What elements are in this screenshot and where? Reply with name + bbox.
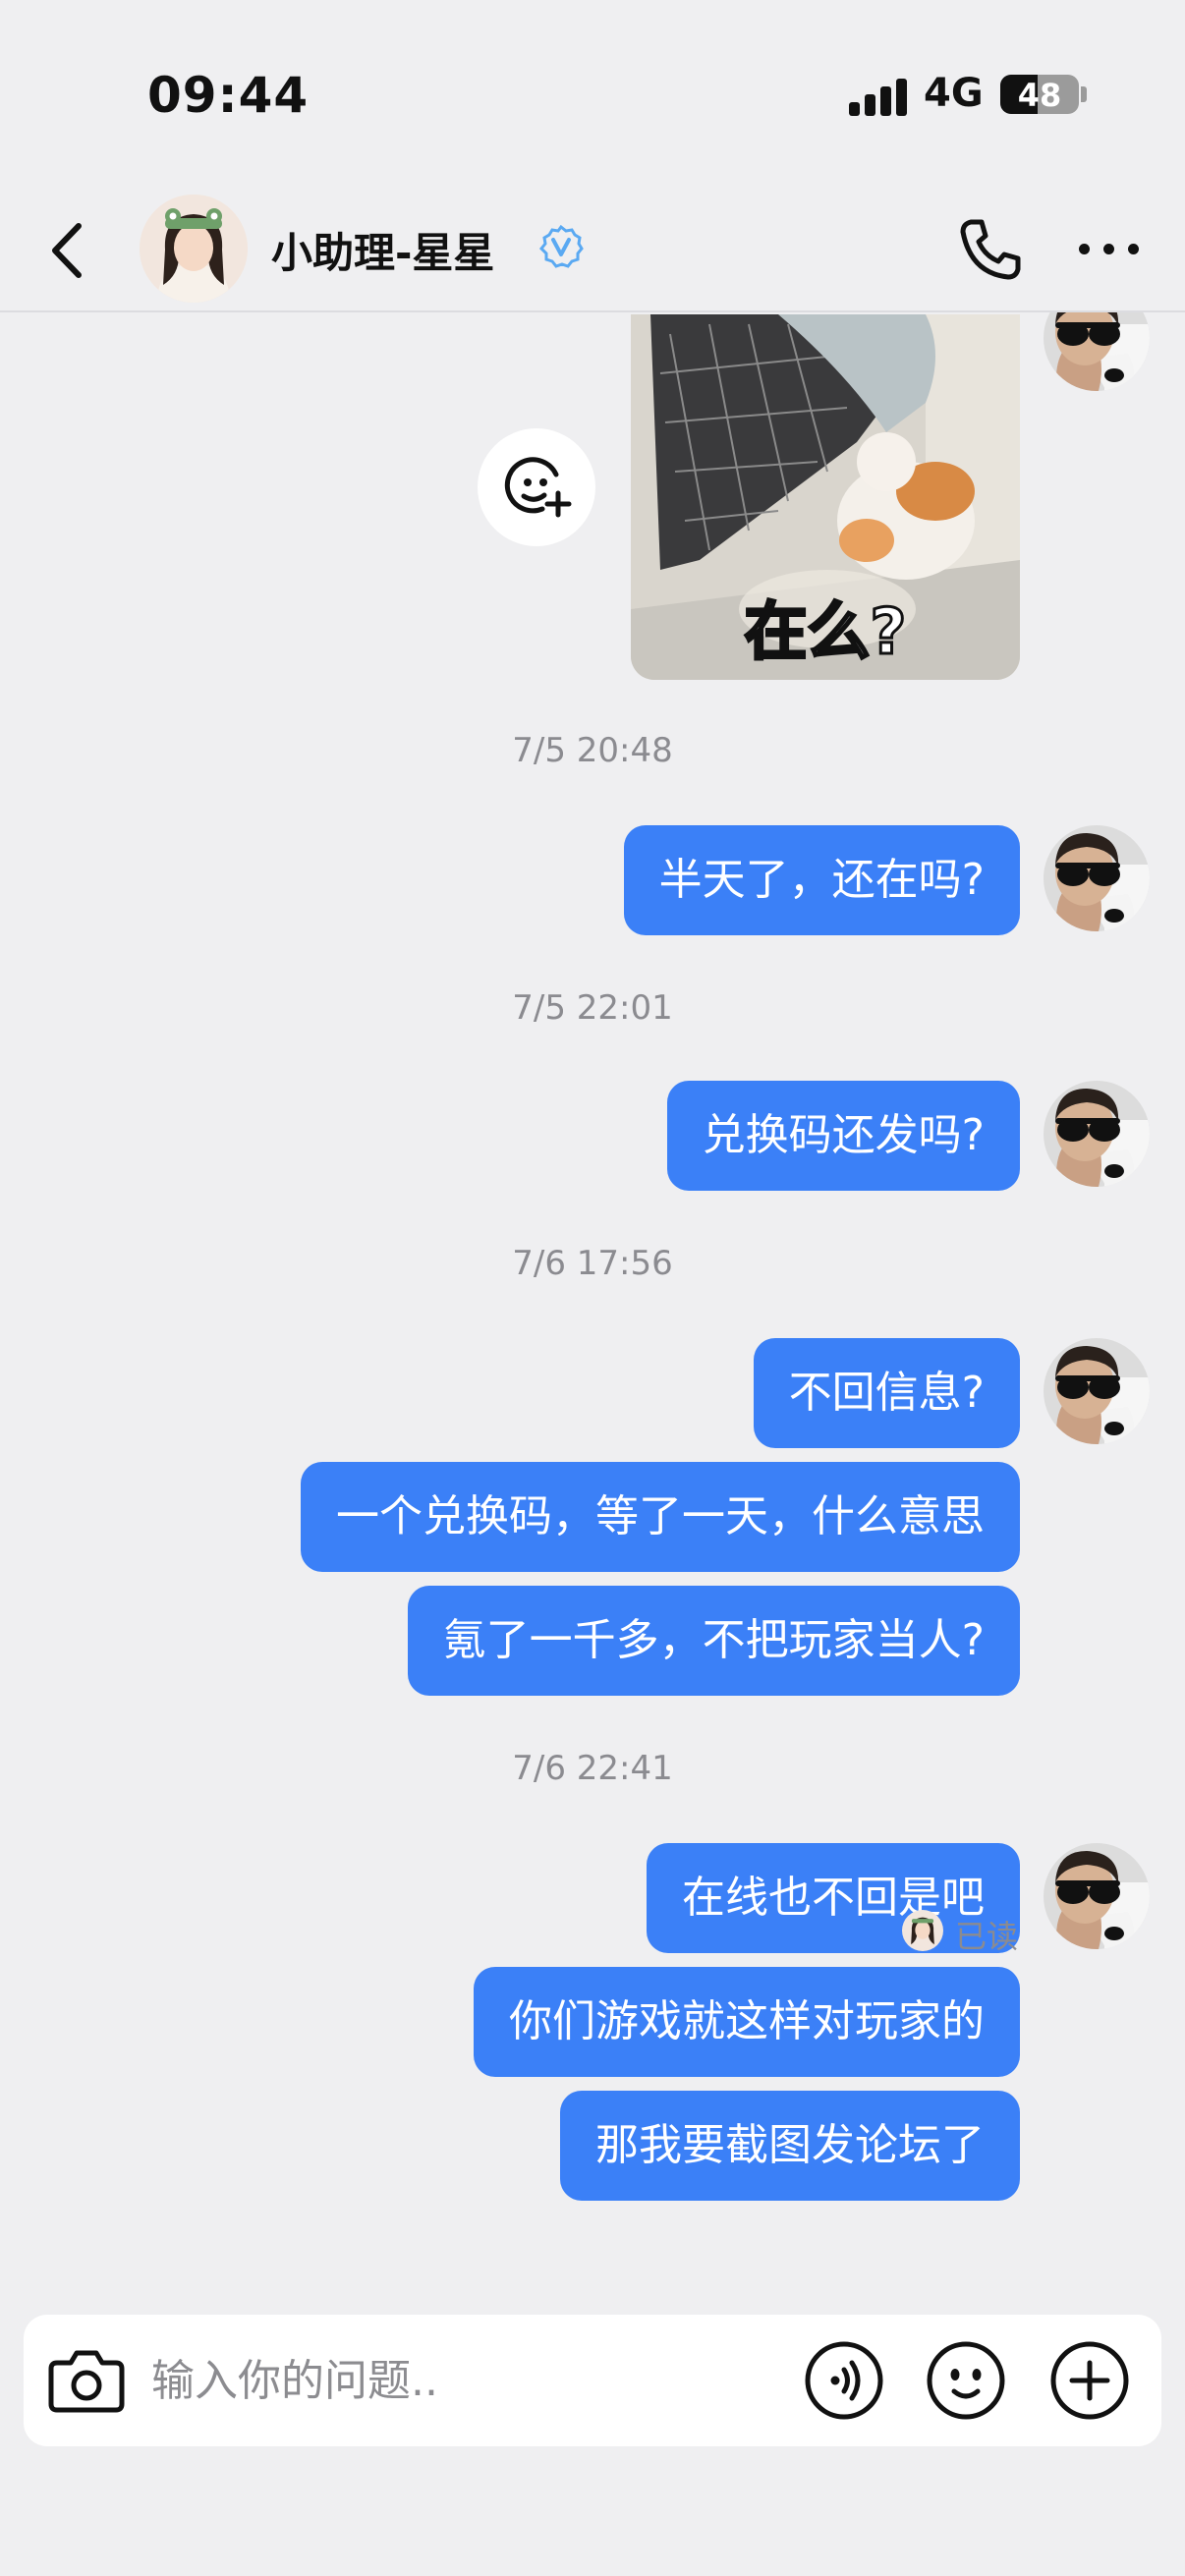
message-bubble[interactable]: 你们游戏就这样对玩家的 xyxy=(474,1967,1020,2077)
input-bar xyxy=(24,2315,1161,2446)
cellular-signal-icon xyxy=(849,77,908,116)
chat-area[interactable]: 在么? 7/5 20:48 半天了，还在吗? 7/5 22:01 兑换码还发吗?… xyxy=(0,285,1185,2309)
camera-button[interactable] xyxy=(47,2343,126,2418)
message-bubble[interactable]: 半天了，还在吗? xyxy=(623,825,1020,935)
message-bubble[interactable]: 那我要截图发论坛了 xyxy=(560,2091,1020,2201)
battery-icon: 48 xyxy=(1000,75,1079,114)
phone-icon xyxy=(960,219,1021,280)
sticker-caption: 在么? xyxy=(744,596,906,669)
battery-percentage: 48 xyxy=(1017,77,1062,114)
voice-icon xyxy=(805,2341,883,2420)
user-avatar[interactable] xyxy=(1044,825,1150,931)
timestamp: 7/6 22:41 xyxy=(512,1749,673,1788)
message-bubble[interactable]: 不回信息? xyxy=(753,1338,1020,1448)
chevron-left-icon xyxy=(52,223,82,278)
contact-name: 小助理-星星 xyxy=(271,229,495,277)
user-avatar[interactable] xyxy=(1044,1843,1150,1949)
emoji-button[interactable] xyxy=(926,2340,1006,2421)
chat-header: 小助理-星星 xyxy=(0,187,1185,312)
emoji-icon xyxy=(927,2341,1005,2420)
voice-button[interactable] xyxy=(804,2340,884,2421)
read-status: 已读 xyxy=(955,1918,1019,1955)
contact-avatar[interactable] xyxy=(140,195,248,303)
status-time: 09:44 xyxy=(147,67,310,124)
user-avatar[interactable] xyxy=(1044,1081,1150,1187)
add-emoji-icon xyxy=(504,457,572,518)
more-options-button[interactable] xyxy=(1075,238,1144,261)
timestamp: 7/5 22:01 xyxy=(512,988,673,1028)
battery-cap xyxy=(1081,86,1087,102)
verified-badge-icon xyxy=(538,224,584,269)
sticker-message[interactable]: 在么? xyxy=(631,314,1020,680)
status-bar: 09:44 4G 48 xyxy=(0,0,1185,187)
more-actions-button[interactable] xyxy=(1049,2340,1130,2421)
message-bubble[interactable]: 兑换码还发吗? xyxy=(666,1081,1020,1191)
user-avatar[interactable] xyxy=(1044,1338,1150,1444)
phone-call-button[interactable] xyxy=(955,214,1026,285)
plus-icon xyxy=(1050,2341,1129,2420)
timestamp: 7/5 20:48 xyxy=(512,731,673,770)
message-bubble[interactable]: 氪了一千多，不把玩家当人? xyxy=(407,1586,1020,1696)
camera-icon xyxy=(48,2350,125,2413)
timestamp: 7/6 17:56 xyxy=(512,1244,673,1283)
back-button[interactable] xyxy=(41,216,100,285)
message-input[interactable] xyxy=(151,2334,780,2427)
add-sticker-button[interactable] xyxy=(478,428,595,546)
read-receipt-avatar xyxy=(902,1910,943,1951)
message-bubble[interactable]: 一个兑换码，等了一天，什么意思 xyxy=(301,1462,1020,1572)
network-type: 4G xyxy=(924,71,984,116)
